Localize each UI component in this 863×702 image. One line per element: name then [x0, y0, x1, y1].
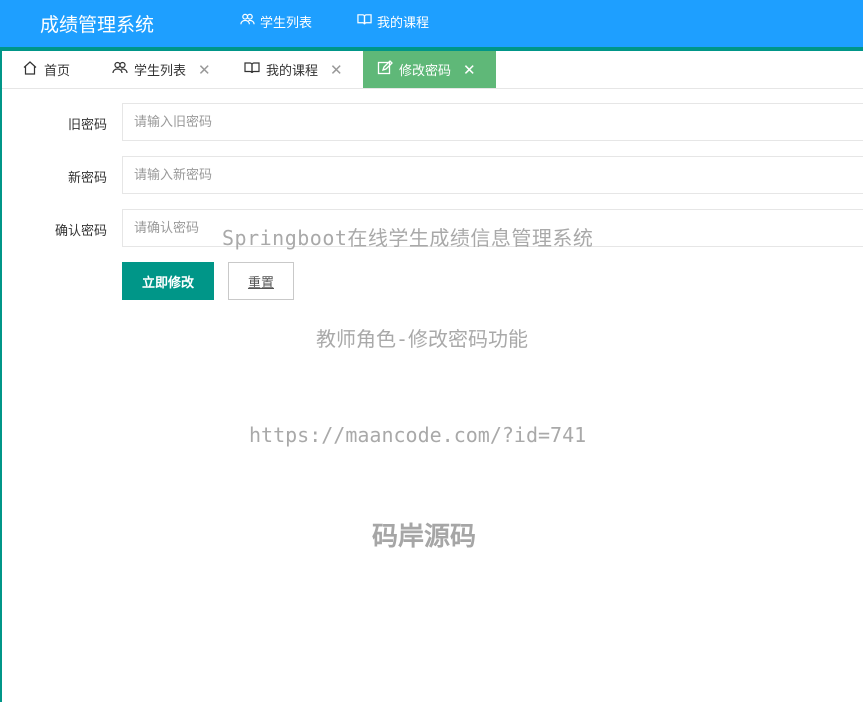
new-password-label: 新密码 — [67, 171, 107, 186]
new-password-input[interactable] — [122, 156, 863, 194]
reset-button[interactable]: 重置 — [228, 262, 294, 300]
users-icon — [112, 60, 128, 80]
old-password-input[interactable] — [122, 103, 863, 141]
edit-icon — [377, 59, 393, 80]
tab-label: 首页 — [44, 64, 71, 79]
confirm-password-label: 确认密码 — [54, 224, 107, 239]
left-accent-line — [0, 51, 2, 702]
old-password-label: 旧密码 — [67, 118, 107, 133]
tab-my-courses[interactable]: 我的课程 ✕ — [230, 51, 357, 88]
tab-student-list[interactable]: 学生列表 ✕ — [98, 51, 225, 88]
users-icon — [240, 2, 255, 46]
nav-item-label: 我的课程 — [377, 15, 430, 31]
watermark-url: https://maancode.com/?id=741 — [249, 423, 587, 447]
book-icon — [357, 2, 372, 46]
home-icon — [22, 60, 38, 80]
tab-label: 学生列表 — [134, 64, 187, 79]
tab-label: 我的课程 — [266, 64, 319, 79]
watermark-brand: 码岸源码 — [372, 522, 477, 552]
top-header: 成绩管理系统 学生列表 我的课程 — [0, 0, 863, 51]
watermark-subtitle: 教师角色-修改密码功能 — [316, 327, 529, 351]
close-icon[interactable]: ✕ — [330, 61, 343, 79]
nav-item-student-list[interactable]: 学生列表 — [240, 0, 312, 47]
tab-bar: 首页 学生列表 ✕ 我的课程 ✕ 修改密码 ✕ — [2, 51, 863, 89]
watermark-title: Springboot在线学生成绩信息管理系统 — [222, 226, 594, 250]
nav-item-label: 学生列表 — [260, 15, 313, 31]
nav-item-my-courses[interactable]: 我的课程 — [336, 0, 450, 51]
app-logo: 成绩管理系统 — [40, 14, 155, 36]
submit-button[interactable]: 立即修改 — [122, 262, 214, 300]
book-icon — [244, 60, 260, 80]
tab-home[interactable]: 首页 — [8, 51, 84, 88]
close-icon[interactable]: ✕ — [463, 61, 476, 79]
tab-label: 修改密码 — [399, 64, 452, 79]
tab-change-password[interactable]: 修改密码 ✕ — [363, 51, 496, 88]
close-icon[interactable]: ✕ — [198, 61, 211, 79]
